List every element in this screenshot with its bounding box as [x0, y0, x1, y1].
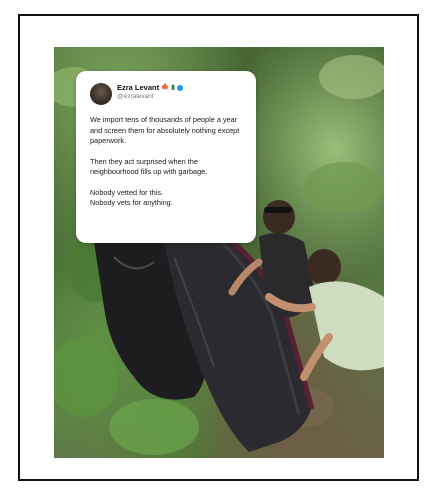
flag-icon: ▮	[171, 84, 175, 91]
person-2-head	[307, 249, 341, 285]
person-2-body	[309, 281, 384, 371]
tweet-paragraph: We import tens of thousands of people a …	[90, 115, 240, 145]
display-name[interactable]: Ezra Levant	[117, 83, 159, 92]
handle[interactable]: @ezralevant	[117, 92, 183, 101]
tweet-paragraph: Then they act surprised when the neighbo…	[90, 156, 208, 177]
tweet-paragraph: Nobody vetted for this. Nobody vets for …	[90, 187, 173, 208]
tweet-text: We import tens of thousands of people a …	[90, 115, 244, 209]
tweet-card: Ezra Levant 🍁 ▮ @ezralevant We import te…	[76, 71, 256, 243]
avatar[interactable]	[90, 83, 112, 105]
verified-icon	[176, 84, 183, 91]
maple-leaf-icon: 🍁	[161, 84, 170, 91]
tweet-header: Ezra Levant 🍁 ▮ @ezralevant	[90, 83, 244, 105]
person-1-head	[263, 200, 295, 234]
